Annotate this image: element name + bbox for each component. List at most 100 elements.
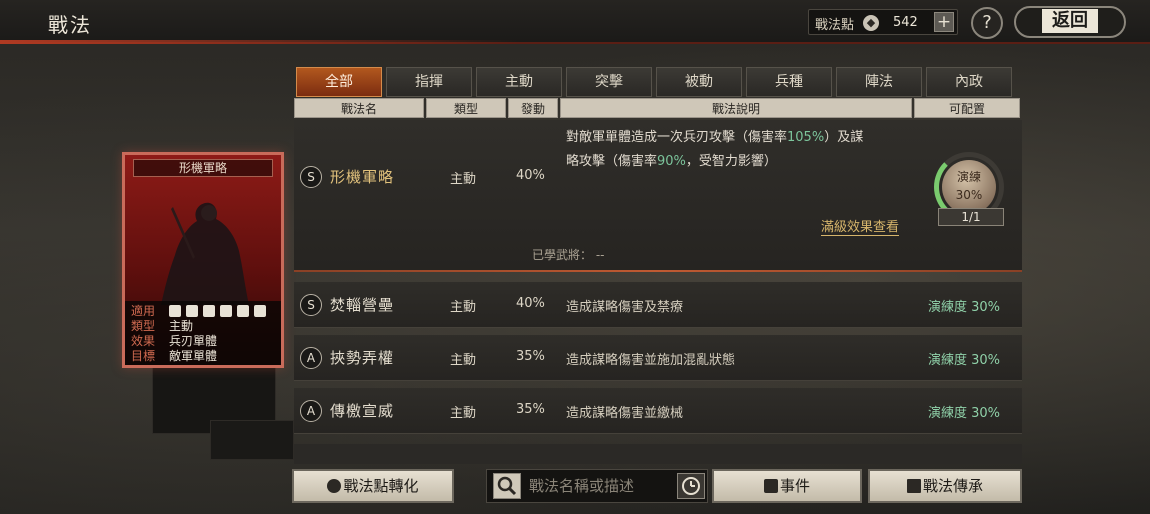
tab-assault[interactable]: 突擊	[566, 67, 652, 97]
table-row[interactable]	[294, 444, 1022, 464]
proficiency: 演練度 30%	[928, 300, 1001, 315]
skill-name: 焚輜營壘	[330, 296, 395, 314]
column-header-name[interactable]: 戰法名	[294, 98, 424, 118]
top-bar: 戰法 戰法點 ◆ 542 + ? 返回	[0, 0, 1150, 44]
button-label: 戰法點轉化	[343, 477, 419, 495]
card-back-layer	[210, 420, 294, 460]
slot-count: 1/1	[938, 208, 1004, 226]
learned-generals: 已學武將： --	[532, 248, 605, 262]
info-value: 兵刃單體	[169, 334, 218, 348]
selected-skill-row[interactable]: S 形機軍略 主動 40% 對敵軍單體造成一次兵刃攻擊（傷害率105%）及謀 略…	[294, 120, 1022, 272]
desc-highlight: 90%	[657, 154, 686, 169]
practice-label: 演練	[956, 170, 981, 184]
info-value: 敵軍單體	[169, 349, 218, 363]
category-tabs: 全部 指揮 主動 突擊 被動 兵種 陣法 內政	[296, 67, 1016, 97]
skill-type: 主動	[450, 406, 477, 421]
convert-points-button[interactable]: 戰法點轉化	[292, 469, 454, 503]
proficiency: 演練度 30%	[928, 406, 1001, 421]
tab-active[interactable]: 主動	[476, 67, 562, 97]
scroll-icon	[763, 479, 778, 493]
table-row[interactable]: S 焚輜營壘 主動 40% 造成謀略傷害及禁療 演練度 30%	[294, 282, 1022, 328]
tab-formation[interactable]: 陣法	[836, 67, 922, 97]
search-box	[486, 469, 708, 503]
skill-card[interactable]: 形機軍略 適用 類型 主動 效果 兵刃單體 目標 敵軍單體	[122, 152, 284, 368]
skill-description: 造成謀略傷害並繳械	[566, 406, 684, 421]
points-value: 542	[893, 15, 918, 30]
spear-icon	[220, 305, 232, 317]
proficiency: 演練度 30%	[928, 353, 1001, 368]
grade-badge: S	[300, 166, 322, 188]
card-info-row: 適用	[131, 303, 266, 319]
tab-command[interactable]: 指揮	[386, 67, 472, 97]
troop-type-icons	[169, 305, 266, 317]
column-header-type[interactable]: 類型	[426, 98, 506, 118]
grade-badge: A	[300, 347, 322, 369]
page-title: 戰法	[48, 13, 92, 37]
points-label: 戰法點	[815, 18, 855, 33]
desc-highlight: 105%	[787, 130, 825, 145]
info-key: 效果	[131, 334, 156, 348]
card-info-row: 效果 兵刃單體	[131, 333, 217, 349]
grade-badge: A	[300, 400, 322, 422]
practice-core: 演練 30%	[942, 160, 996, 214]
skill-description: 造成謀略傷害並施加混亂狀態	[566, 353, 736, 368]
desc-text: ）及謀	[824, 130, 864, 145]
plus-icon: +	[936, 12, 952, 32]
view-max-level-link[interactable]: 滿級效果查看	[821, 216, 900, 236]
sword-icon	[237, 305, 249, 317]
skill-type: 主動	[450, 300, 477, 315]
info-key: 目標	[131, 349, 156, 363]
back-button[interactable]: 返回	[1014, 6, 1126, 38]
tab-internal-affairs[interactable]: 內政	[926, 67, 1012, 97]
back-button-label: 返回	[1042, 9, 1098, 33]
skill-description: 對敵軍單體造成一次兵刃攻擊（傷害率105%）及謀 略攻擊（傷害率90%，受智力影…	[566, 126, 920, 174]
trigger-rate: 35%	[516, 349, 545, 364]
help-button[interactable]: ?	[971, 7, 1003, 39]
card-info-row: 目標 敵軍單體	[131, 348, 217, 364]
skill-name: 形機軍略	[330, 168, 395, 186]
trigger-rate: 35%	[516, 402, 545, 417]
info-key: 適用	[131, 304, 156, 318]
skill-type: 主動	[450, 353, 477, 368]
trigger-rate: 40%	[516, 168, 545, 183]
table-row[interactable]: A 挾勢弄權 主動 35% 造成謀略傷害並施加混亂狀態 演練度 30%	[294, 335, 1022, 381]
card-title: 形機軍略	[133, 159, 273, 177]
trigger-rate: 40%	[516, 296, 545, 311]
card-info-row: 類型 主動	[131, 318, 193, 334]
tab-passive[interactable]: 被動	[656, 67, 742, 97]
events-button[interactable]: 事件	[712, 469, 862, 503]
shield-icon	[203, 305, 215, 317]
button-label: 事件	[779, 477, 810, 495]
hammer-icon	[906, 479, 921, 493]
skill-name: 挾勢弄權	[330, 349, 395, 367]
info-key: 類型	[131, 319, 156, 333]
card-info-panel: 適用 類型 主動 效果 兵刃單體 目標 敵軍單體	[125, 301, 281, 365]
cavalry-icon	[169, 305, 181, 317]
grade-badge: S	[300, 294, 322, 316]
general-silhouette-image	[161, 202, 249, 305]
practice-progress-badge[interactable]: 演練 30% 1/1	[930, 146, 1012, 228]
gear-icon	[254, 305, 266, 317]
table-row[interactable]: A 傳檄宣威 主動 35% 造成謀略傷害並繳械 演練度 30%	[294, 388, 1022, 434]
column-header-rate[interactable]: 發動	[508, 98, 558, 118]
history-clock-icon[interactable]	[677, 473, 705, 499]
practice-value: 30%	[955, 188, 983, 202]
add-points-button[interactable]: +	[934, 12, 954, 32]
desc-text: 略攻擊（傷害率	[566, 154, 658, 169]
search-input[interactable]	[529, 474, 669, 498]
coin-icon: ◆	[863, 15, 879, 31]
skill-description: 造成謀略傷害及禁療	[566, 300, 684, 315]
column-header-configurable[interactable]: 可配置	[914, 98, 1020, 118]
desc-text: ，受智力影響）	[685, 154, 777, 169]
search-icon[interactable]	[493, 473, 521, 499]
desc-text: 對敵軍單體造成一次兵刃攻擊（傷害率	[566, 130, 788, 145]
inherit-tactic-button[interactable]: 戰法傳承	[868, 469, 1022, 503]
tab-troop-type[interactable]: 兵種	[746, 67, 832, 97]
column-header-description: 戰法說明	[560, 98, 912, 118]
skill-name: 傳檄宣威	[330, 402, 395, 420]
shield-icon	[186, 305, 198, 317]
tab-all[interactable]: 全部	[296, 67, 382, 97]
skill-type: 主動	[450, 172, 477, 187]
button-label: 戰法傳承	[922, 477, 983, 495]
info-value: 主動	[169, 319, 194, 333]
